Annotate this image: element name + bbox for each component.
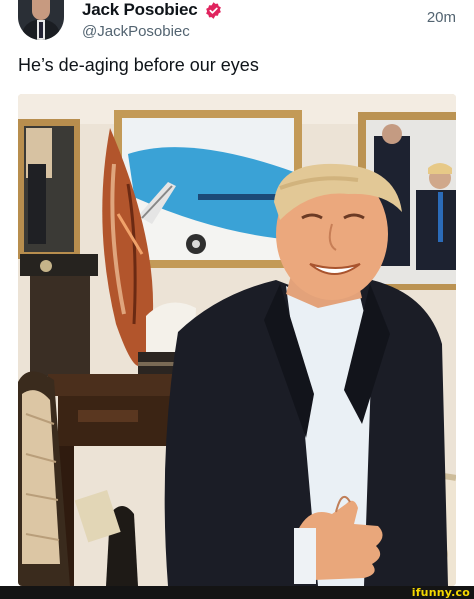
podium bbox=[20, 254, 98, 376]
verified-badge-icon bbox=[205, 1, 221, 19]
author-handle[interactable]: @JackPosobiec bbox=[82, 23, 190, 40]
avatar-face bbox=[32, 0, 50, 20]
author-avatar[interactable] bbox=[18, 0, 64, 40]
author-name-row: Jack Posobiec bbox=[82, 0, 223, 20]
post-text: He’s de-aging before our eyes bbox=[18, 55, 259, 75]
watermark-text: ifunny.co bbox=[411, 586, 470, 599]
author-name[interactable]: Jack Posobiec bbox=[82, 0, 198, 20]
post-photo[interactable] bbox=[18, 94, 456, 586]
left-frame bbox=[18, 119, 80, 259]
photo-scene bbox=[18, 94, 456, 586]
post-timestamp[interactable]: 20m bbox=[427, 9, 456, 26]
watermark-bar bbox=[0, 586, 474, 599]
avatar-tie bbox=[39, 22, 43, 38]
